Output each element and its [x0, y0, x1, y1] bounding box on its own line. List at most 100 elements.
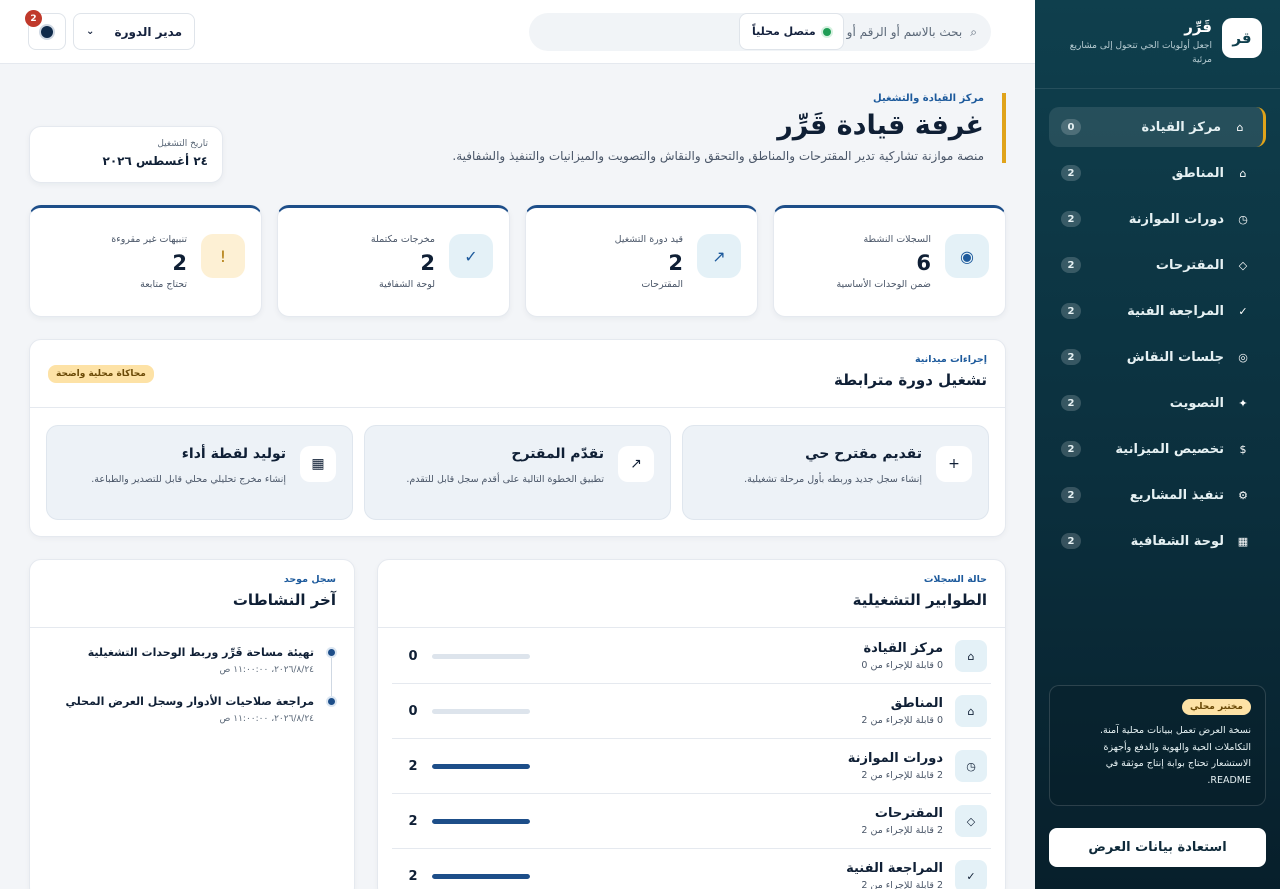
queue-sub: 2 قابلة للإجراء من 2: [861, 770, 943, 781]
check-icon: ✓: [1238, 304, 1248, 318]
queue-row[interactable]: ✓ المراجعة الفنية 2 قابلة للإجراء من 2 2: [392, 849, 991, 889]
check-icon: ✓: [955, 860, 987, 889]
sidebar-item-transparency[interactable]: ▦ لوحة الشفافية 2: [1049, 521, 1266, 561]
kpi-card-in-progress: ↗ قيد دورة التشغيل 2 المقترحات: [525, 205, 758, 317]
status-label: متصل محلياً: [752, 25, 816, 38]
check-icon: ✓: [449, 234, 493, 278]
action-title: تقدّم المقترح: [511, 446, 604, 462]
sidebar-item-command-center[interactable]: ⌂ مركز القيادة 0: [1049, 107, 1266, 147]
sidebar-item-project-execution[interactable]: ⚙ تنفيذ المشاريع 2: [1049, 475, 1266, 515]
kpi-label: تنبيهات غير مقروءة: [111, 234, 187, 245]
queue-row[interactable]: ⌂ المناطق 0 قابلة للإجراء من 2 0: [392, 684, 991, 739]
sidebar-item-label: تخصيص الميزانية: [1115, 441, 1224, 457]
queue-title: المقترحات: [874, 806, 943, 821]
page-title: غرفة قيادة قَرِّر: [777, 110, 984, 141]
sidebar-item-label: لوحة الشفافية: [1130, 533, 1224, 549]
queue-progress-bar: [432, 708, 530, 714]
sidebar-item-budget-allocation[interactable]: $ تخصيص الميزانية 2: [1049, 429, 1266, 469]
queue-value: 0: [408, 703, 418, 719]
notifications-button[interactable]: 2: [25, 10, 66, 50]
queue-value: 2: [408, 868, 418, 884]
connection-status: متصل محلياً: [739, 13, 844, 50]
queue-row[interactable]: ◷ دورات الموازنة 2 قابلة للإجراء من 2 2: [392, 739, 991, 794]
recent-activity-panel: سجل موحد آخر النشاطات تهيئة مساحة قَرِّر…: [29, 559, 355, 889]
topbar: ⌕ بحث بالاسم أو الرقم أو الحالة... متصل …: [0, 0, 1035, 64]
local-lab-notice: مختبر محلي نسخة العرض تعمل ببيانات محلية…: [1049, 685, 1266, 806]
queue-progress-fill: [432, 818, 530, 824]
target-icon: ◎: [1238, 350, 1248, 364]
sidebar-item-voting[interactable]: ✦ التصويت 2: [1049, 383, 1266, 423]
kpi-label: قيد دورة التشغيل: [614, 234, 683, 245]
restore-demo-data-button[interactable]: استعادة بيانات العرض: [1049, 828, 1266, 867]
count-badge: 2: [1061, 487, 1081, 503]
activity-title: مراجعة صلاحيات الأدوار وسجل العرض المحلي: [65, 695, 314, 708]
activity-item[interactable]: تهيئة مساحة قَرِّر وربط الوحدات التشغيلي…: [48, 646, 336, 675]
kpi-card-active-records: ◉ السجلات النشطة 6 ضمن الوحدات الأساسية: [773, 205, 1006, 317]
chevron-down-icon: ⌄: [86, 26, 95, 37]
clock-icon: ◷: [955, 750, 987, 782]
gear-icon: ⚙: [1238, 488, 1248, 502]
queue-sub: 2 قابلة للإجراء من 2: [861, 825, 943, 836]
diamond-icon: ◇: [955, 805, 987, 837]
timeline-dot-icon: [328, 649, 335, 656]
sidebar-item-budget-cycles[interactable]: ◷ دورات الموازنة 2: [1049, 199, 1266, 239]
page-description: منصة موازنة تشاركية تدير المقترحات والمن…: [452, 149, 984, 163]
date-value: ٢٤ أغسطس ٢٠٢٦: [102, 154, 208, 168]
panel-title: الطوابير التشغيلية: [852, 591, 987, 609]
page-header: مركز القيادة والتشغيل غرفة قيادة قَرِّر …: [386, 93, 1006, 163]
action-desc: إنشاء مخرج تحليلي محلي قابل للتصدير والط…: [91, 474, 286, 485]
diamond-icon: ◇: [1238, 258, 1248, 272]
role-value: مدير الدورة: [114, 24, 182, 39]
count-badge: 2: [1061, 349, 1081, 365]
panel-eyebrow: سجل موحد: [283, 574, 336, 585]
queue-row[interactable]: ⌂ مركز القيادة 0 قابلة للإجراء من 0 0: [392, 629, 991, 684]
sidebar-item-label: جلسات النقاش: [1126, 349, 1224, 365]
queue-value: 2: [408, 758, 418, 774]
kpi-value: 6: [916, 251, 931, 275]
count-badge: 2: [1061, 165, 1081, 181]
queue-row[interactable]: ◇ المقترحات 2 قابلة للإجراء من 2 2: [392, 794, 991, 849]
count-badge: 2: [1061, 211, 1081, 227]
status-dot-icon: [822, 27, 831, 36]
count-badge: 0: [1061, 119, 1081, 135]
sidebar-item-proposals[interactable]: ◇ المقترحات 2: [1049, 245, 1266, 285]
queue-sub: 2 قابلة للإجراء من 2: [861, 880, 943, 889]
queue-sub: 0 قابلة للإجراء من 2: [861, 715, 943, 726]
page-eyebrow: مركز القيادة والتشغيل: [873, 93, 984, 104]
activity-item[interactable]: مراجعة صلاحيات الأدوار وسجل العرض المحلي…: [48, 695, 336, 724]
count-badge: 2: [1061, 395, 1081, 411]
role-select[interactable]: مدير الدورة ⌄: [73, 13, 195, 50]
sidebar-item-regions[interactable]: ⌂ المناطق 2: [1049, 153, 1266, 193]
queue-progress-bar: [432, 818, 530, 824]
action-title: تقديم مقترح حي: [805, 446, 922, 462]
queue-value: 2: [408, 813, 418, 829]
activity-time: ٢٠٢٦/٨/٢٤، ١١:٠٠:٠٠ ص: [219, 714, 315, 724]
sidebar-item-technical-review[interactable]: ✓ المراجعة الفنية 2: [1049, 291, 1266, 331]
queue-title: مركز القيادة: [863, 641, 943, 656]
kpi-label: السجلات النشطة: [863, 234, 931, 245]
queue-progress-bar: [432, 873, 530, 879]
generate-snapshot-button[interactable]: ▦ توليد لقطة أداء إنشاء مخرج تحليلي محلي…: [46, 425, 353, 520]
kpi-value: 2: [172, 251, 187, 275]
dollar-icon: $: [1239, 442, 1247, 456]
notification-icon: [41, 25, 53, 38]
panel-eyebrow: إجراءات ميدانية: [915, 354, 987, 365]
kpi-card-unread-alerts: ! تنبيهات غير مقروءة 2 تحتاج متابعة: [29, 205, 262, 317]
kpi-card-completed: ✓ مخرجات مكتملة 2 لوحة الشفافية: [277, 205, 510, 317]
submit-proposal-button[interactable]: + تقديم مقترح حي إنشاء سجل جديد وربطه بأ…: [682, 425, 989, 520]
notification-count-badge: 2: [25, 10, 42, 27]
count-badge: 2: [1061, 533, 1081, 549]
map-icon: ⌂: [955, 695, 987, 727]
plus-icon: +: [936, 446, 972, 482]
advance-proposal-button[interactable]: ↗ تقدّم المقترح تطبيق الخطوة التالية على…: [364, 425, 671, 520]
arrow-up-icon: ↗: [618, 446, 654, 482]
home-icon: ⌂: [1236, 120, 1244, 134]
sidebar-nav: ⌂ مركز القيادة 0 ⌂ المناطق 2 ◷ دورات الم…: [1049, 107, 1266, 561]
sparkle-icon: ✦: [1238, 396, 1248, 410]
brand[interactable]: قر قَرِّر اجعل أولويات الحي تتحول إلى مش…: [1051, 18, 1262, 67]
count-badge: 2: [1061, 303, 1081, 319]
date-label: تاريخ التشغيل: [157, 139, 208, 149]
sidebar-item-discussions[interactable]: ◎ جلسات النقاش 2: [1049, 337, 1266, 377]
action-title: توليد لقطة أداء: [181, 446, 286, 462]
brand-logo: قر: [1222, 18, 1262, 58]
